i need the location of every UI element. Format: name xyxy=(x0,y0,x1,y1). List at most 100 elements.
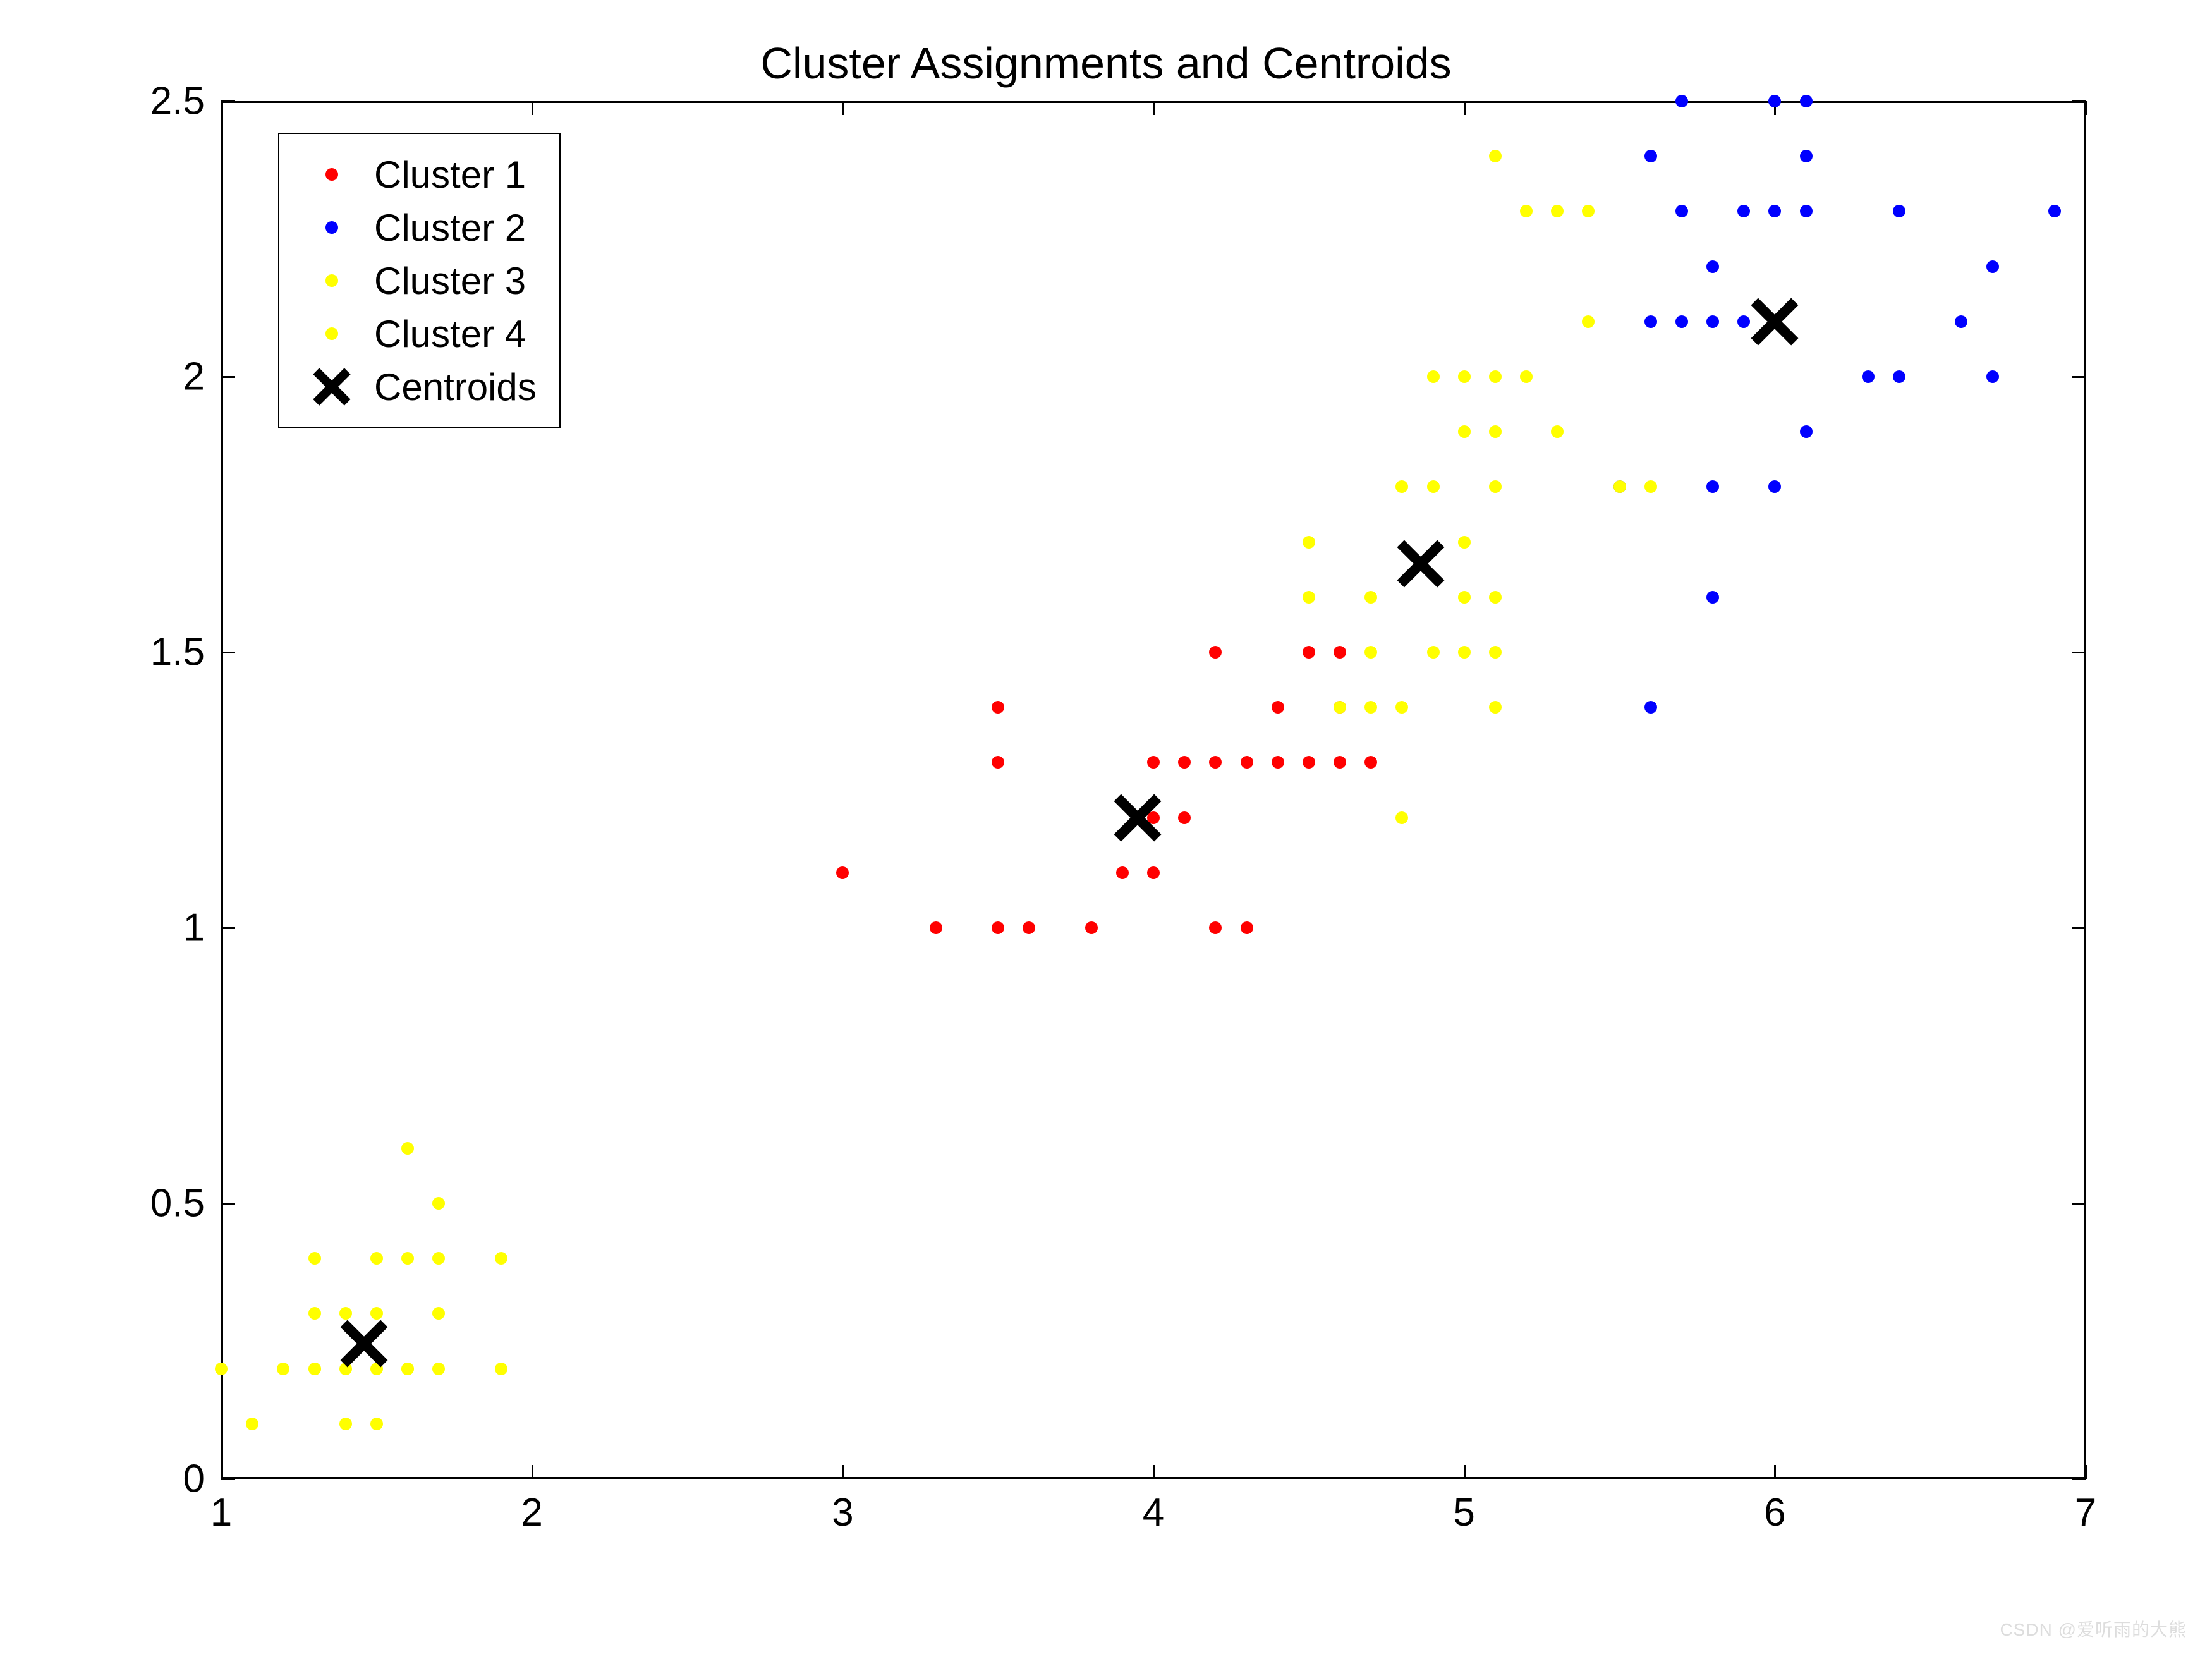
data-point xyxy=(1395,701,1408,714)
legend-entry: Cluster 1 xyxy=(297,148,537,201)
data-point xyxy=(1800,425,1813,438)
data-point xyxy=(1489,370,1502,383)
data-point xyxy=(1085,921,1098,934)
figure: Cluster Assignments and Centroids Cluste… xyxy=(0,0,2212,1659)
data-point xyxy=(308,1363,321,1375)
data-point xyxy=(1209,921,1222,934)
x-tick-label: 5 xyxy=(1453,1490,1474,1535)
y-tick-label: 1.5 xyxy=(150,630,205,675)
y-tick-label: 2.5 xyxy=(150,79,205,124)
data-point xyxy=(1737,205,1750,217)
x-tick-label: 6 xyxy=(1764,1490,1785,1535)
data-point xyxy=(992,701,1004,714)
data-point xyxy=(1800,205,1813,217)
x-tick-mark xyxy=(842,1465,844,1479)
data-point xyxy=(1458,591,1471,604)
data-point xyxy=(1862,370,1875,383)
data-point xyxy=(1272,701,1284,714)
data-point xyxy=(1334,701,1346,714)
data-point xyxy=(1768,95,1781,107)
x-tick-mark xyxy=(221,1465,222,1479)
data-point xyxy=(1551,425,1564,438)
y-tick-mark xyxy=(221,652,235,653)
x-tick-mark xyxy=(532,101,533,115)
y-tick-mark xyxy=(2072,1203,2086,1205)
data-point xyxy=(836,866,849,879)
data-point xyxy=(1178,811,1191,824)
data-point xyxy=(1644,701,1657,714)
legend-entry: Cluster 3 xyxy=(297,254,537,307)
data-point xyxy=(1893,370,1905,383)
y-tick-mark xyxy=(2072,1478,2086,1480)
data-point xyxy=(1178,756,1191,769)
x-tick-mark xyxy=(221,101,222,115)
data-point xyxy=(1986,260,1999,273)
data-point xyxy=(432,1363,445,1375)
data-point xyxy=(1955,315,1967,328)
data-point xyxy=(1241,756,1253,769)
data-point xyxy=(1489,425,1502,438)
data-point xyxy=(1489,591,1502,604)
data-point xyxy=(2048,205,2061,217)
data-point xyxy=(1551,205,1564,217)
legend-dot-icon xyxy=(325,168,338,181)
data-point xyxy=(1893,205,1905,217)
watermark-text: CSDN @爱听雨的大熊 xyxy=(2000,1616,2187,1641)
data-point xyxy=(1241,921,1253,934)
x-tick-mark xyxy=(1464,1465,1466,1479)
y-tick-label: 1 xyxy=(183,906,205,951)
data-point xyxy=(1675,205,1688,217)
data-point xyxy=(1644,480,1657,493)
legend-dot-icon xyxy=(325,221,338,234)
data-point xyxy=(1737,315,1750,328)
data-point xyxy=(1986,370,1999,383)
data-point xyxy=(1364,756,1377,769)
data-point xyxy=(246,1418,258,1430)
data-point xyxy=(1520,205,1533,217)
data-point xyxy=(1147,756,1160,769)
data-point xyxy=(495,1252,507,1265)
y-tick-mark xyxy=(2072,652,2086,653)
data-point xyxy=(1800,95,1813,107)
data-point xyxy=(215,1363,228,1375)
x-tick-label: 7 xyxy=(2075,1490,2096,1535)
data-point xyxy=(1613,480,1626,493)
centroid-marker xyxy=(1752,299,1797,344)
data-point xyxy=(1427,480,1440,493)
legend-entry: Cluster 2 xyxy=(297,201,537,254)
data-point xyxy=(1272,756,1284,769)
data-point xyxy=(1458,370,1471,383)
y-tick-mark xyxy=(221,1478,235,1480)
legend-entry: Centroids xyxy=(297,360,537,413)
data-point xyxy=(1644,150,1657,162)
data-point xyxy=(1303,591,1315,604)
data-point xyxy=(1427,370,1440,383)
x-tick-label: 2 xyxy=(521,1490,542,1535)
data-point xyxy=(1209,646,1222,659)
x-tick-mark xyxy=(2085,1465,2087,1479)
x-tick-label: 3 xyxy=(832,1490,853,1535)
data-point xyxy=(401,1142,414,1155)
data-point xyxy=(370,1307,383,1320)
legend-label: Cluster 2 xyxy=(367,206,526,250)
x-tick-mark xyxy=(2085,101,2087,115)
data-point xyxy=(1364,591,1377,604)
data-point xyxy=(1458,425,1471,438)
legend-entry: Cluster 4 xyxy=(297,307,537,360)
data-point xyxy=(1334,756,1346,769)
data-point xyxy=(1675,315,1688,328)
y-tick-mark xyxy=(221,100,235,102)
data-point xyxy=(1706,260,1719,273)
legend-box: Cluster 1 Cluster 2 Cluster 3Cluster 4Cent… xyxy=(278,133,561,428)
data-point xyxy=(432,1252,445,1265)
data-point xyxy=(1334,646,1346,659)
data-point xyxy=(370,1252,383,1265)
data-point xyxy=(401,1363,414,1375)
data-point xyxy=(1800,150,1813,162)
data-point xyxy=(277,1363,289,1375)
legend-label: Cluster 3 xyxy=(367,259,526,303)
x-tick-mark xyxy=(532,1465,533,1479)
data-point xyxy=(370,1418,383,1430)
data-point xyxy=(401,1252,414,1265)
data-point xyxy=(432,1307,445,1320)
